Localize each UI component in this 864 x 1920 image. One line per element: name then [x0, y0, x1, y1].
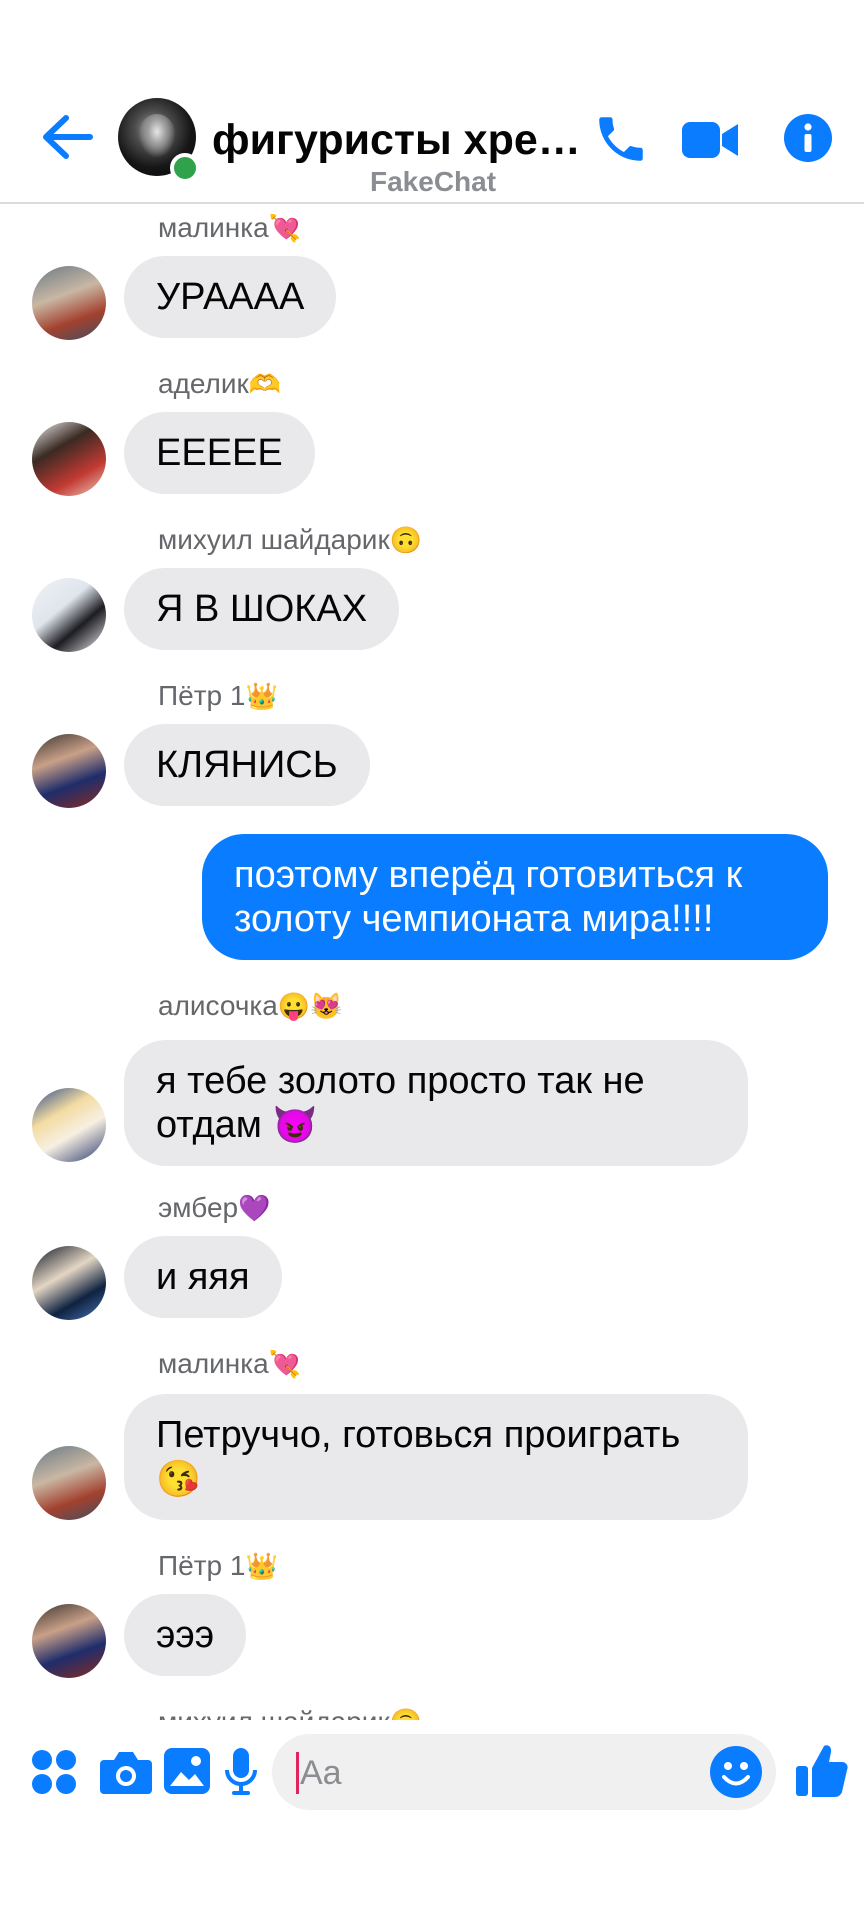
- sender-name: эмбер💜: [158, 1192, 271, 1223]
- avatar[interactable]: [32, 1604, 106, 1678]
- sender-name: малинка💘: [158, 1348, 302, 1379]
- sender-name: михуил шайдарик🙃: [158, 524, 423, 555]
- microphone-icon[interactable]: [224, 1748, 258, 1796]
- message-bubble[interactable]: я тебе золото просто так не отдам 😈: [124, 1040, 748, 1166]
- four-dots-icon[interactable]: [30, 1748, 78, 1796]
- message-text: я тебе золото просто так не отдам: [156, 1060, 645, 1146]
- message-bubble[interactable]: и яяя: [124, 1236, 282, 1318]
- my-message-bubble[interactable]: поэтому вперёд готовиться к золоту чемпи…: [202, 834, 828, 960]
- message-bubble[interactable]: КЛЯНИСЬ: [124, 724, 370, 806]
- thumbs-up-icon[interactable]: [796, 1742, 848, 1798]
- online-status-indicator: [170, 153, 200, 183]
- chat-header: фигуристы хрено… FakeChat: [0, 0, 864, 204]
- sender-name: Пётр 1👑: [158, 680, 278, 711]
- avatar[interactable]: [32, 1246, 106, 1320]
- chat-subtitle: FakeChat: [370, 166, 497, 197]
- message-bubble[interactable]: УРААAA: [124, 256, 337, 338]
- phone-icon[interactable]: [592, 110, 650, 168]
- avatar[interactable]: [32, 422, 106, 496]
- message-bubble[interactable]: Петруччо, готовься проиграть 😘: [124, 1394, 748, 1520]
- message-bubble[interactable]: эээ: [124, 1594, 247, 1676]
- chat-title[interactable]: фигуристы хрено…: [212, 116, 582, 165]
- avatar[interactable]: [32, 578, 106, 652]
- sender-name: михуил шайдарик🙃: [158, 1706, 422, 1720]
- message-input[interactable]: [298, 1748, 682, 1798]
- avatar[interactable]: [32, 1088, 106, 1162]
- avatar[interactable]: [32, 734, 106, 808]
- avatar[interactable]: [32, 1446, 106, 1520]
- back-arrow-icon[interactable]: [40, 112, 94, 162]
- message-composer[interactable]: [272, 1734, 776, 1810]
- avatar[interactable]: [32, 266, 106, 340]
- message-emoji: 😈: [272, 1104, 318, 1145]
- video-camera-icon[interactable]: [682, 118, 738, 162]
- message-bubble[interactable]: Я В ШОКАХ: [124, 568, 400, 650]
- message-bubble[interactable]: ЕЕЕЕЕ: [124, 412, 315, 494]
- sender-name: аделик🫶: [158, 368, 282, 399]
- sender-name: Пётр 1👑: [158, 1550, 278, 1581]
- avatar-flower-image: [138, 114, 176, 158]
- message-emoji: 😘: [156, 1458, 201, 1499]
- image-gallery-icon[interactable]: [164, 1748, 210, 1794]
- sender-name: малинка💘: [158, 212, 302, 243]
- message-text: Петруччо, готовься проиграть: [156, 1414, 681, 1456]
- info-icon[interactable]: [784, 114, 832, 162]
- sender-name: алисочка😛😻: [158, 990, 343, 1021]
- camera-icon[interactable]: [100, 1748, 152, 1794]
- message-list[interactable]: малинка💘 УРААAA аделик🫶 ЕЕЕЕЕ михуил шай…: [0, 204, 864, 1720]
- emoji-smiley-icon[interactable]: [710, 1746, 762, 1798]
